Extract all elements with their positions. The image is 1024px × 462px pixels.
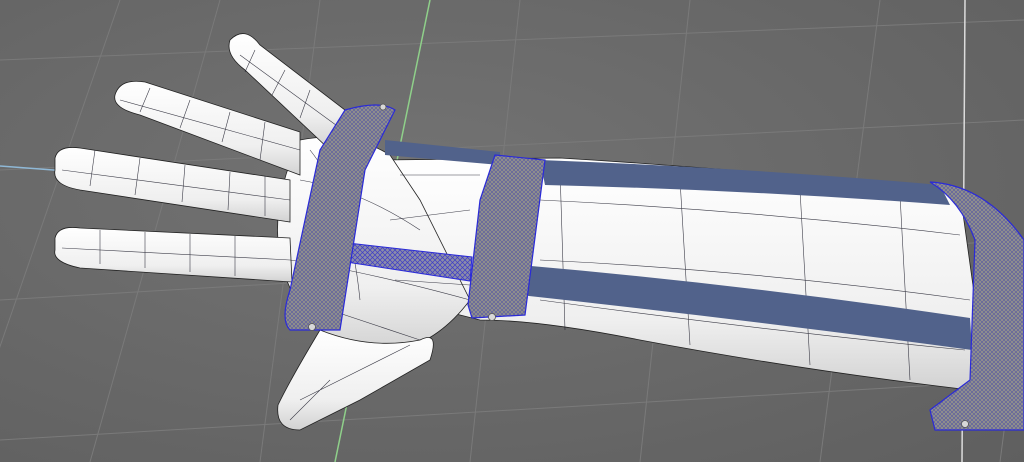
- screw-hand-strap-bottom: [308, 323, 316, 331]
- hand-model[interactable]: [54, 33, 1024, 431]
- screw-forearm-strap: [961, 420, 969, 428]
- screw-hand-strap-top: [379, 103, 387, 111]
- scene-canvas[interactable]: [0, 0, 1024, 462]
- 3d-viewport[interactable]: [0, 0, 1024, 462]
- finger-little: [54, 227, 293, 283]
- screw-wrist-strap: [488, 313, 496, 321]
